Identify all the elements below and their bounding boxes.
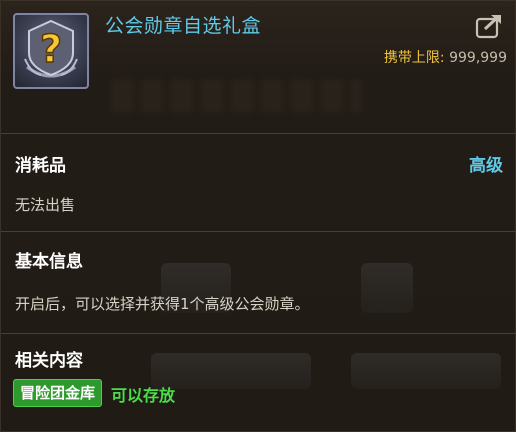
- adventure-vault-tag[interactable]: 冒险团金库: [13, 379, 103, 407]
- svg-text:?: ?: [40, 27, 62, 71]
- item-type-label: 消耗品: [15, 156, 66, 176]
- question-mark-medal-icon: ?: [13, 13, 89, 89]
- carry-limit-label: 携带上限: [383, 50, 440, 66]
- related-content-heading: 相关内容: [15, 351, 83, 371]
- divider: [1, 231, 516, 232]
- item-tooltip-panel: ? 公会勋章自选礼盒 携带上限: 999,999 消耗品 高级 无法出售 基本信…: [0, 0, 516, 432]
- carry-limit: 携带上限: 999,999: [384, 47, 507, 67]
- item-grade: 高级: [469, 156, 503, 176]
- divider: [1, 333, 516, 334]
- item-header: ? 公会勋章自选礼盒 携带上限: 999,999: [1, 1, 516, 127]
- carry-limit-separator: :: [439, 50, 445, 66]
- storable-status: 可以存放: [111, 386, 176, 405]
- background-decoration: [111, 79, 361, 113]
- background-decoration: [351, 353, 501, 389]
- share-icon[interactable]: [475, 13, 503, 39]
- carry-limit-value: 999,999: [449, 50, 507, 66]
- divider: [1, 133, 516, 134]
- item-description: 开启后，可以选择并获得1个高级公会勋章。: [15, 295, 310, 313]
- basic-info-heading: 基本信息: [15, 252, 83, 272]
- sell-status: 无法出售: [15, 196, 76, 214]
- item-title: 公会勋章自选礼盒: [105, 15, 262, 37]
- background-decoration: [361, 263, 413, 313]
